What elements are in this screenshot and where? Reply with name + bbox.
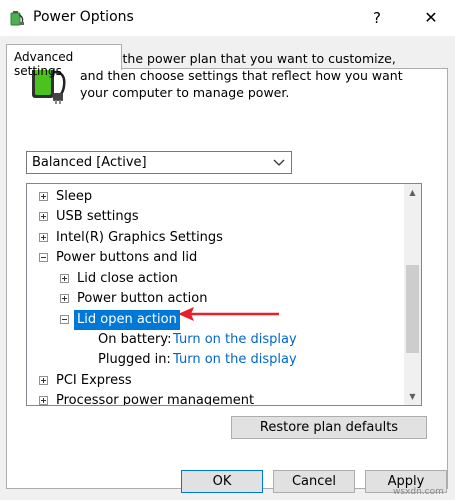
close-button[interactable]: ✕ [414, 0, 448, 36]
expand-icon[interactable] [60, 274, 69, 283]
chevron-down-icon [273, 159, 285, 166]
expand-icon[interactable] [39, 233, 48, 242]
title-bar: Power Options ? ✕ [0, 0, 455, 36]
expand-icon[interactable] [39, 212, 48, 221]
power-plan-dropdown[interactable]: Balanced [Active] [26, 151, 292, 174]
help-button[interactable]: ? [362, 0, 392, 36]
ok-button[interactable]: OK [181, 470, 263, 493]
scroll-down-icon[interactable]: ▼ [404, 388, 421, 405]
scroll-thumb[interactable] [406, 265, 419, 353]
tab-advanced-settings[interactable]: Advanced settings [6, 44, 122, 78]
scroll-up-icon[interactable]: ▲ [404, 184, 421, 201]
power-options-icon [10, 11, 24, 26]
restore-plan-defaults-button[interactable]: Restore plan defaults [231, 416, 427, 439]
collapse-icon[interactable] [60, 315, 69, 324]
tab-label: Advanced settings [14, 50, 74, 78]
tree-scrollbar[interactable]: ▲ ▼ [404, 184, 421, 405]
expand-icon[interactable] [39, 396, 48, 405]
cancel-button[interactable]: Cancel [273, 470, 355, 493]
settings-tree[interactable]: Sleep USB settings Intel(R) Graphics Set… [26, 183, 422, 406]
expand-icon[interactable] [60, 294, 69, 303]
power-plan-value: Balanced [Active] [32, 155, 147, 170]
plugged-in-value-link[interactable]: Turn on the display [173, 350, 297, 370]
window-title: Power Options [33, 9, 134, 25]
expand-icon[interactable] [39, 376, 48, 385]
collapse-icon[interactable] [39, 253, 48, 262]
on-battery-value-link[interactable]: Turn on the display [173, 330, 297, 350]
watermark: wsxdn.com [393, 487, 444, 497]
plan-description: Select the power plan that you want to c… [80, 51, 403, 100]
annotation-arrow-icon [178, 307, 279, 321]
expand-icon[interactable] [39, 192, 48, 201]
